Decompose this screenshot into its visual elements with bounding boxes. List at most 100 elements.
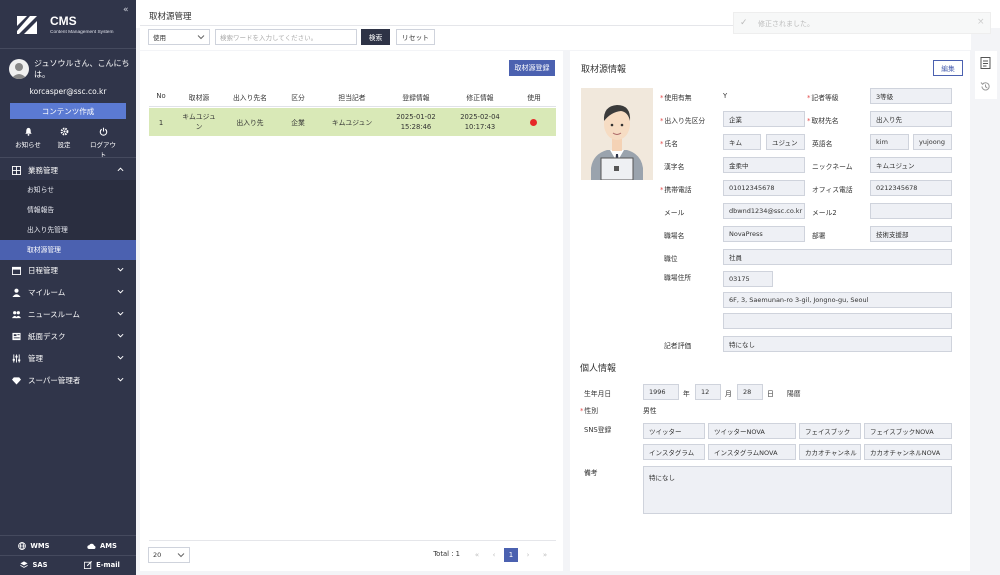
label-gender: *性別 bbox=[580, 407, 598, 415]
page-size-select[interactable]: 20 bbox=[148, 547, 190, 563]
label-partner-name: *取材先名 bbox=[807, 117, 839, 125]
menu-schedule-label: 日程管理 bbox=[28, 265, 58, 275]
submenu-notice[interactable]: お知らせ bbox=[0, 180, 136, 200]
sns-kakao-nova: カカオチャンネルNOVA bbox=[864, 444, 952, 460]
status-dot bbox=[530, 119, 537, 126]
sns-twitter-nova: ツイッターNOVA bbox=[708, 423, 796, 439]
sns-facebook: フェイスブック bbox=[799, 423, 861, 439]
field-partner-cat: 企業 bbox=[723, 111, 805, 127]
field-eng-first: yujoong bbox=[913, 134, 952, 150]
search-placeholder: 検索ワードを入力してください。 bbox=[220, 34, 318, 42]
create-content-button[interactable]: コンテンツ作成 bbox=[10, 103, 126, 119]
cms-logo-icon bbox=[14, 13, 40, 37]
edit-button[interactable]: 編集 bbox=[933, 60, 963, 76]
menu-business[interactable]: 業務管理 bbox=[0, 160, 136, 180]
sas-label: SAS bbox=[32, 561, 48, 569]
col-mod-info: 修正情報 bbox=[466, 94, 494, 102]
page-size-value: 20 bbox=[153, 551, 162, 559]
chevron-down-icon bbox=[117, 333, 124, 338]
divider bbox=[0, 48, 136, 49]
chevron-down-icon bbox=[117, 311, 124, 316]
menu-paper-desk[interactable]: 紙面デスク bbox=[0, 326, 136, 346]
settings-label: 設定 bbox=[57, 141, 71, 149]
detail-title: 取材源情報 bbox=[581, 65, 627, 75]
cell-no: 1 bbox=[158, 119, 164, 127]
search-button[interactable]: 検索 bbox=[361, 29, 390, 45]
register-source-button[interactable]: 取材源登録 bbox=[509, 60, 555, 76]
menu-schedule[interactable]: 日程管理 bbox=[0, 260, 136, 280]
wms-button[interactable]: WMS bbox=[0, 536, 68, 556]
document-icon[interactable] bbox=[980, 57, 991, 69]
month-unit: 月 bbox=[725, 390, 732, 398]
value-use: Y bbox=[723, 92, 728, 100]
field-workplace: NovaPress bbox=[723, 226, 805, 242]
notice-quick-button[interactable]: お知らせ bbox=[13, 127, 43, 149]
field-partner-name: 出入り先 bbox=[870, 111, 952, 127]
close-icon[interactable]: × bbox=[977, 17, 985, 27]
value-gender: 男性 bbox=[643, 407, 657, 415]
layers-icon bbox=[20, 561, 29, 568]
col-partner: 出入り先名 bbox=[233, 94, 267, 102]
menu-super-admin[interactable]: スーパー管理者 bbox=[0, 370, 136, 390]
cell-reporter: キムユジュン bbox=[331, 119, 373, 127]
email-button[interactable]: E-mail bbox=[68, 555, 136, 575]
label-name: *氏名 bbox=[660, 140, 678, 148]
page-title: 取材源管理 bbox=[149, 12, 192, 22]
collapse-sidebar-icon[interactable]: « bbox=[123, 5, 129, 15]
page-prev[interactable]: ‹ bbox=[487, 548, 501, 562]
cell-reg-date: 2025-01-02 bbox=[396, 113, 436, 121]
reset-button[interactable]: リセット bbox=[396, 29, 435, 45]
page-first[interactable]: « bbox=[470, 548, 484, 562]
field-position: 社員 bbox=[723, 249, 952, 265]
submenu-info-report[interactable]: 情報報告 bbox=[0, 200, 136, 220]
ams-button[interactable]: AMS bbox=[68, 536, 136, 556]
chevron-down-icon bbox=[117, 267, 124, 272]
cell-source: キムユジュ ン bbox=[176, 112, 222, 132]
notice-label: お知らせ bbox=[15, 141, 41, 149]
chevron-down-icon bbox=[117, 289, 124, 294]
sliders-icon bbox=[12, 353, 21, 363]
menu-admin[interactable]: 管理 bbox=[0, 348, 136, 368]
sns-instagram-nova: インスタグラムNOVA bbox=[708, 444, 796, 460]
page-number[interactable]: 1 bbox=[504, 548, 518, 562]
menu-newsroom-label: ニュースルーム bbox=[28, 309, 80, 319]
label-mail2: メール2 bbox=[812, 209, 837, 217]
submenu-partner[interactable]: 出入り先管理 bbox=[0, 220, 136, 240]
logout-quick-button[interactable]: ログアウト bbox=[88, 127, 118, 159]
label-mail: メール bbox=[664, 209, 685, 217]
team-icon bbox=[12, 310, 21, 318]
total-count: Total : 1 bbox=[433, 550, 460, 558]
use-filter-select[interactable]: 使用 bbox=[148, 29, 210, 45]
label-office-tel: オフィス電話 bbox=[812, 186, 853, 194]
page-last[interactable]: » bbox=[538, 548, 552, 562]
history-icon[interactable] bbox=[980, 81, 991, 92]
page-next[interactable]: › bbox=[521, 548, 535, 562]
label-evaluation: 記者評価 bbox=[664, 342, 692, 350]
submenu-source[interactable]: 取材源管理 bbox=[0, 240, 136, 260]
sns-twitter: ツイッター bbox=[643, 423, 705, 439]
settings-quick-button[interactable]: 設定 bbox=[49, 127, 79, 149]
header-divider bbox=[149, 106, 556, 107]
cell-source-line1: キムユジュ bbox=[182, 113, 216, 121]
sas-button[interactable]: SAS bbox=[0, 555, 68, 575]
menu-paper-desk-label: 紙面デスク bbox=[28, 331, 66, 341]
email-label: E-mail bbox=[96, 561, 120, 569]
field-office-tel: 0212345678 bbox=[870, 180, 952, 196]
avatar bbox=[9, 59, 29, 79]
menu-myroom[interactable]: マイルーム bbox=[0, 282, 136, 302]
label-dept: 部署 bbox=[812, 232, 826, 240]
col-no: No bbox=[156, 92, 166, 100]
col-source: 取材源 bbox=[188, 94, 210, 102]
menu-newsroom[interactable]: ニュースルーム bbox=[0, 304, 136, 324]
greeting-text: ジュソウルさん、こんにちは。 bbox=[34, 59, 130, 79]
label-nickname: ニックネーム bbox=[812, 163, 853, 171]
field-mobile: 01012345678 bbox=[723, 180, 805, 196]
field-address2 bbox=[723, 313, 952, 329]
col-reg-info: 登録情報 bbox=[402, 94, 430, 102]
search-input[interactable]: 検索ワードを入力してください。 bbox=[215, 29, 357, 45]
field-kanji: 金柔中 bbox=[723, 157, 805, 173]
field-note: 特になし bbox=[643, 466, 952, 514]
globe-icon bbox=[18, 542, 27, 550]
label-eng-name: 英語名 bbox=[812, 140, 833, 148]
toast-text: 修正されました。 bbox=[758, 20, 814, 28]
